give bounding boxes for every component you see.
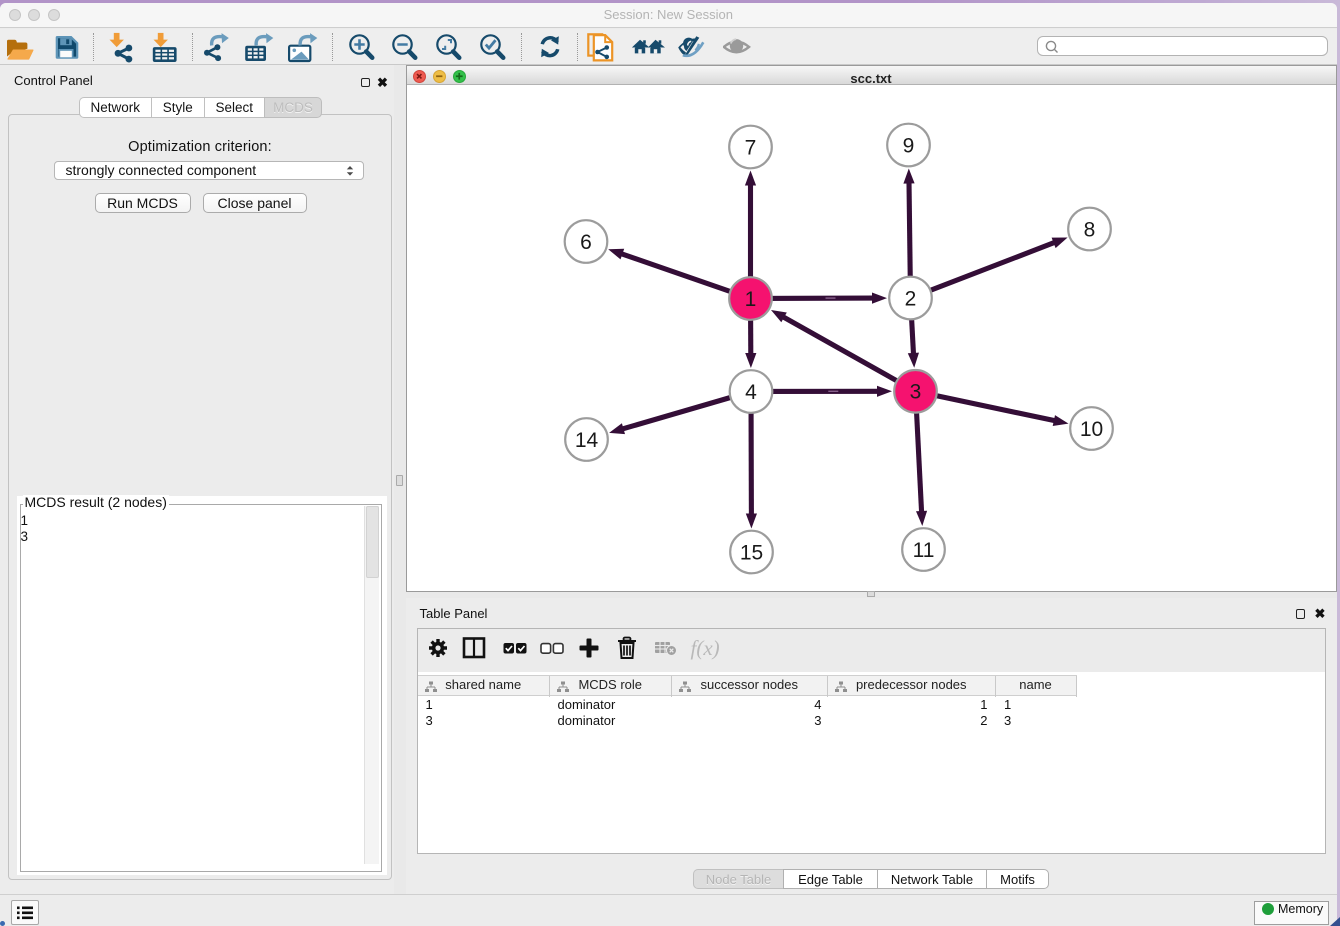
svg-text:7: 7 [744,136,756,159]
svg-text:4: 4 [745,380,757,403]
svg-text:9: 9 [902,134,914,157]
svg-text:14: 14 [574,428,598,451]
svg-text:10: 10 [1079,417,1102,440]
svg-text:11: 11 [912,538,934,561]
svg-text:1: 1 [744,287,756,310]
svg-text:3: 3 [909,380,921,403]
svg-text:6: 6 [580,230,592,253]
svg-text:8: 8 [1083,218,1095,241]
svg-text:15: 15 [739,541,762,564]
svg-text:2: 2 [904,287,916,310]
